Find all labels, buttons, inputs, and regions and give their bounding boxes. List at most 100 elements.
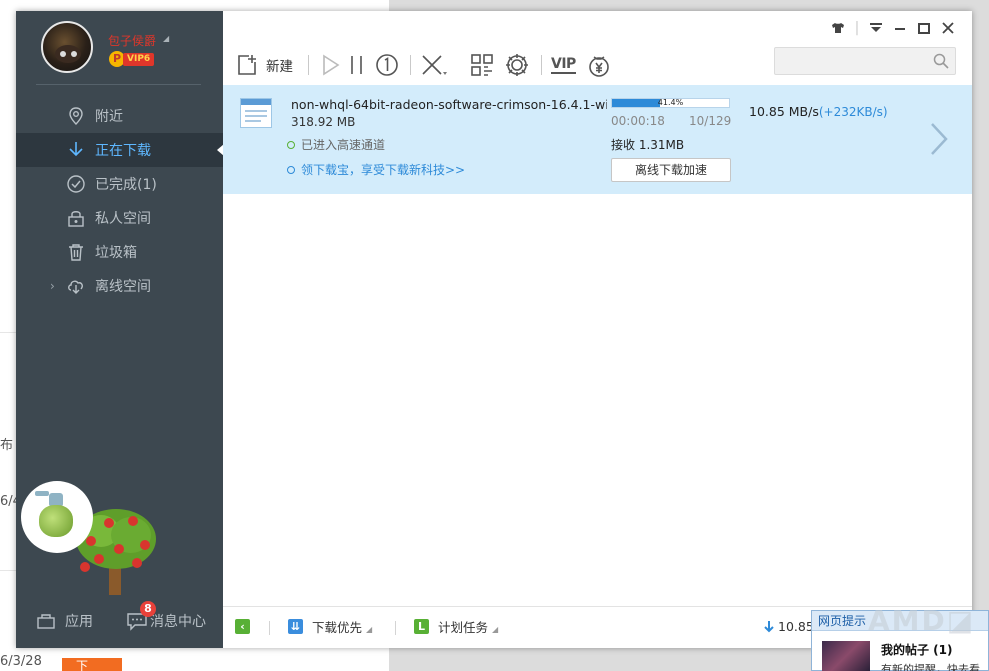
- sidebar-item-private-space[interactable]: 私人空间: [16, 201, 223, 235]
- close-icon[interactable]: [936, 19, 960, 37]
- received-amount: 接收 1.31MB: [611, 138, 685, 152]
- footer-separator: [269, 621, 270, 635]
- popup-header: 网页提示 AMD◪: [812, 607, 988, 635]
- vip-button[interactable]: VIP: [551, 51, 576, 79]
- sidebar-item-downloading[interactable]: 正在下载: [16, 133, 224, 167]
- speed-one-icon: [376, 54, 398, 76]
- sidebar-item-label: 正在下载: [95, 143, 151, 159]
- minimize-icon[interactable]: [888, 19, 912, 37]
- footer-separator: [395, 621, 396, 635]
- user-menu-caret-icon[interactable]: ◢: [163, 34, 169, 43]
- down-arrow-icon: [764, 620, 774, 632]
- promo-link[interactable]: 领下载宝，享受下载新科技>>: [287, 161, 465, 178]
- collapse-sidebar-button[interactable]: ‹: [235, 616, 250, 636]
- download-speed: 10.85 MB/s(+232KB/s): [749, 104, 888, 119]
- delete-button[interactable]: [420, 51, 448, 79]
- play-icon: [323, 54, 340, 76]
- trash-icon: [69, 244, 83, 261]
- window-controls: |: [826, 19, 960, 37]
- fast-channel-status: 已进入高速通道: [287, 136, 385, 153]
- location-icon: [69, 107, 83, 125]
- dropdown-caret-icon: ◢: [492, 624, 499, 634]
- delete-x-icon: [422, 55, 447, 75]
- title-bar: |: [223, 11, 972, 43]
- download-task-row[interactable]: non-whql-64bit-radeon-software-crimson-1…: [223, 85, 972, 194]
- check-circle-icon: [67, 175, 85, 193]
- chevron-right-icon[interactable]: [928, 121, 950, 157]
- money-bag-button[interactable]: [586, 51, 612, 79]
- lock-icon: [68, 211, 84, 227]
- start-button[interactable]: [318, 51, 342, 79]
- sidebar-item-label: 离线空间: [95, 279, 151, 295]
- download-arrow-icon: [69, 142, 83, 157]
- pause-button[interactable]: [347, 51, 367, 79]
- sidebar-item-trash[interactable]: 垃圾箱: [16, 235, 223, 269]
- vip-badge[interactable]: P VIP6: [109, 51, 155, 67]
- fast-channel-label: 已进入高速通道: [301, 138, 386, 152]
- download-manager-window: 包子侯爵 ◢ P VIP6 附近 正在下载 已完成(1) 私人空间 垃圾箱 ›: [16, 11, 972, 648]
- avatar[interactable]: [41, 21, 93, 73]
- vip-text-icon: VIP: [551, 56, 576, 74]
- sidebar-footer: 应用 消息中心 8: [16, 601, 223, 648]
- titlebar-separator: |: [854, 20, 860, 36]
- apps-button[interactable]: 应用: [36, 609, 93, 633]
- watering-bottle-icon[interactable]: [21, 481, 93, 553]
- message-center-label: 消息中心: [150, 614, 206, 630]
- sidebar-item-label: 私人空间: [95, 211, 151, 227]
- download-priority-button[interactable]: ⇊ 下载优先 ◢: [288, 616, 372, 636]
- piece-count: 10/129: [689, 114, 732, 128]
- username[interactable]: 包子侯爵: [108, 32, 156, 49]
- speed-value: 10.85 MB/s: [749, 104, 819, 119]
- download-priority-label: 下载优先: [312, 619, 363, 635]
- sidebar-divider: [36, 84, 201, 85]
- skin-shirt-icon[interactable]: [826, 19, 850, 37]
- search-icon[interactable]: [933, 53, 949, 69]
- money-bag-icon: [589, 56, 609, 77]
- search-box[interactable]: [774, 47, 956, 75]
- pause-icon: [351, 56, 362, 74]
- progress-percent: 41.4%: [657, 98, 684, 107]
- offline-accelerate-button[interactable]: 离线下载加速: [611, 158, 731, 182]
- sidebar-item-label: 垃圾箱: [95, 245, 137, 261]
- expand-chevron-icon[interactable]: ›: [50, 279, 55, 293]
- status-dot-icon: [287, 140, 295, 149]
- settings-button[interactable]: [504, 51, 530, 79]
- vip-level-label: VIP6: [123, 52, 155, 66]
- new-task-label: 新建: [266, 59, 293, 75]
- sidebar-item-label: 附近: [95, 109, 123, 125]
- progress-bar: 41.4%: [611, 98, 730, 108]
- background-orange-button[interactable]: 下: [62, 658, 122, 671]
- grid-icon: [471, 54, 493, 76]
- new-task-button[interactable]: 新建: [235, 51, 293, 79]
- status-dot-icon: [287, 165, 295, 174]
- search-input[interactable]: [775, 48, 925, 74]
- popup-title[interactable]: 我的帖子 (1): [881, 641, 953, 658]
- scheduled-tasks-button[interactable]: L 计划任务 ◢: [414, 616, 498, 636]
- gear-icon: [506, 54, 528, 76]
- elapsed-time: 00:00:18: [611, 114, 665, 128]
- scheduled-tasks-label: 计划任务: [438, 619, 489, 635]
- cloud-download-icon: [68, 280, 83, 294]
- schedule-l-icon: L: [414, 618, 429, 634]
- sidebar-item-label: 已完成(1): [95, 177, 157, 193]
- file-size: 318.92 MB: [291, 115, 356, 129]
- sidebar-item-offline-space[interactable]: › 离线空间: [16, 269, 223, 303]
- apps-icon: [37, 614, 55, 629]
- chevron-left-icon: ‹: [235, 618, 250, 634]
- toolbar-separator: [308, 55, 309, 75]
- double-chevron-down-icon: ⇊: [288, 618, 303, 634]
- popup-thumbnail: [822, 641, 870, 671]
- promo-link-label: 领下载宝，享受下载新科技>>: [301, 163, 466, 177]
- speed-limit-button[interactable]: [374, 51, 400, 79]
- view-grid-button[interactable]: [470, 51, 494, 79]
- sidebar-item-nearby[interactable]: 附近: [16, 99, 223, 133]
- web-notification-popup[interactable]: 网页提示 AMD◪ 我的帖子 (1) 有新的提醒，快去看: [811, 607, 989, 671]
- sidebar-item-completed[interactable]: 已完成(1): [16, 167, 223, 201]
- popup-subtitle: 有新的提醒，快去看: [881, 663, 980, 671]
- toolbar-separator: [541, 55, 542, 75]
- menu-dropdown-icon[interactable]: [864, 19, 888, 37]
- new-file-plus-icon: [238, 55, 256, 75]
- maximize-icon[interactable]: [912, 19, 936, 37]
- message-center-button[interactable]: 消息中心: [126, 609, 206, 633]
- background-date: 6/3/28: [0, 654, 42, 669]
